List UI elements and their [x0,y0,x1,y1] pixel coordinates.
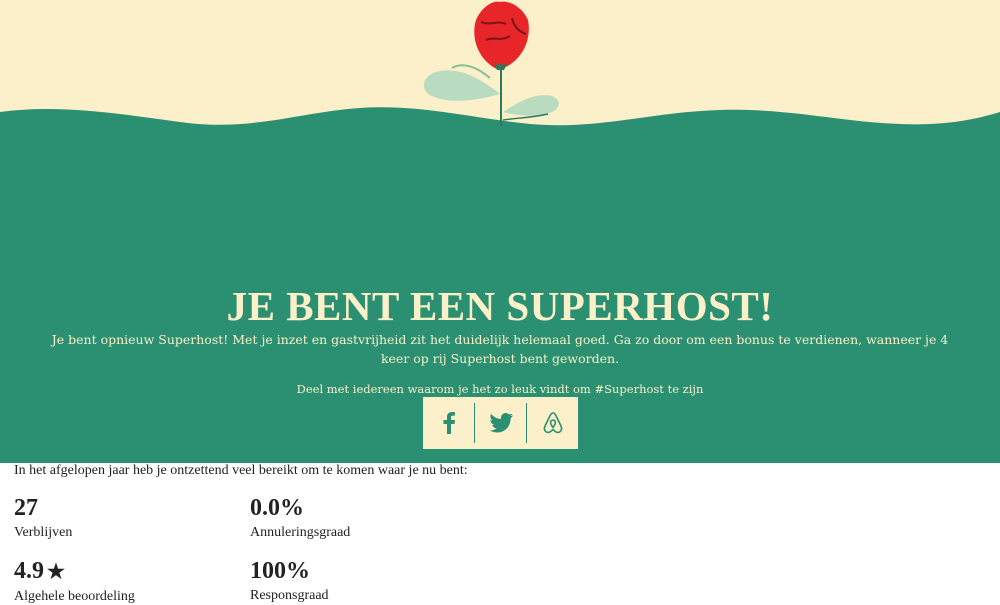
stat-label: Algehele beoordeling [14,589,135,604]
airbnb-icon [543,412,562,434]
share-prompt: Deel met iedereen waarom je het zo leuk … [296,382,704,396]
twitter-share-button[interactable] [474,403,526,443]
stat-label: Annuleringsgraad [250,525,351,540]
stat-stays: 27 Verblijven [14,495,72,541]
facebook-share-button[interactable] [423,403,474,443]
page-title: JE BENT EEN SUPERHOST! [226,283,774,329]
airbnb-share-button[interactable] [526,403,578,443]
stat-value: 27 [14,495,38,521]
facebook-icon [443,412,455,434]
star-icon: ★ [47,561,65,583]
stat-label: Responsgraad [250,588,329,603]
stat-value: 100% [250,558,310,584]
hero-banner: JE BENT EEN SUPERHOST! Je bent opnieuw S… [0,0,1000,463]
stat-cancellation-rate: 0.0% Annuleringsgraad [250,495,350,541]
stat-label: Verblijven [14,525,73,540]
share-buttons [423,397,578,449]
stat-value: 4.9 [14,558,44,584]
stat-overall-rating: 4.9 ★ Algehele beoordeling [14,558,135,605]
stats-intro: In het afgelopen jaar heb je ontzettend … [14,463,468,478]
stat-value: 0.0% [250,495,304,521]
stat-response-rate: 100% Responsgraad [250,558,329,604]
rose-illustration [423,1,559,126]
twitter-icon [489,413,513,433]
hero-subtitle: Je bent opnieuw Superhost! Met je inzet … [51,332,949,366]
